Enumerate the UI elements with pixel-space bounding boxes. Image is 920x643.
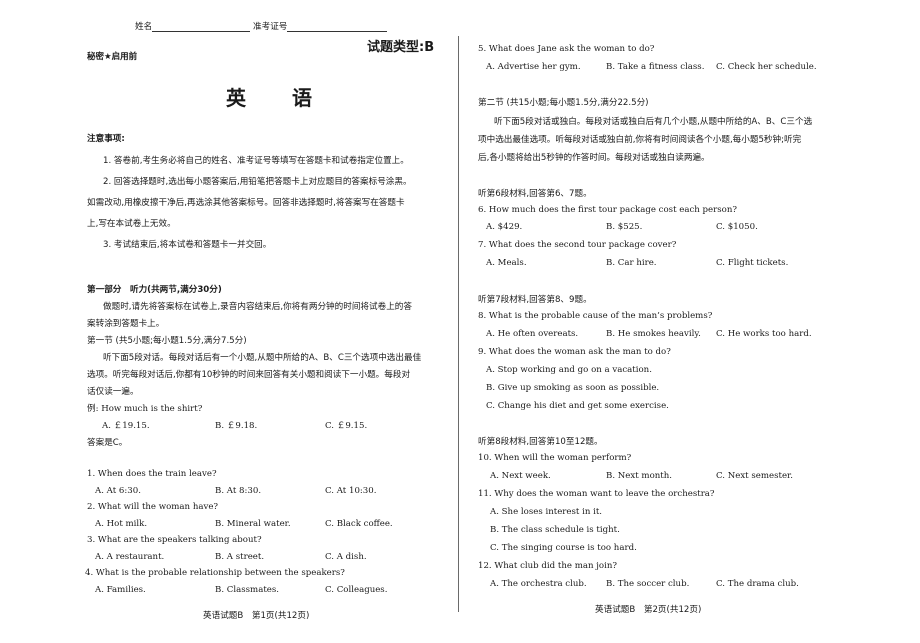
question-3-option-b[interactable]: B. A street. bbox=[215, 552, 264, 562]
question-4-option-b[interactable]: B. Classmates. bbox=[215, 585, 279, 595]
example-option-c: C. ￡9.15. bbox=[325, 421, 368, 431]
part1-instruction-line-2: 案转涂到答题卡上。 bbox=[87, 319, 165, 329]
question-11-option-b[interactable]: B. The class schedule is tight. bbox=[490, 525, 620, 535]
question-10-option-b[interactable]: B. Next month. bbox=[606, 471, 672, 481]
question-12-option-a[interactable]: A. The orchestra club. bbox=[490, 579, 587, 589]
question-1-option-b[interactable]: B. At 8:30. bbox=[215, 486, 261, 496]
notes-item-3: 3. 考试结束后,将本试卷和答题卡一并交回。 bbox=[103, 240, 272, 250]
question-2: 2. What will the woman have? bbox=[87, 502, 219, 512]
section2-instruction-line-2: 项中选出最佳选项。听每段对话或独白前,你将有时间阅读各个小题,每小题5秒钟;听完 bbox=[478, 135, 802, 145]
question-11-option-c[interactable]: C. The singing course is too hard. bbox=[490, 543, 637, 553]
section2-instruction-line-3: 后,各小题将给出5秒钟的作答时间。每段对话或独白读两遍。 bbox=[478, 153, 710, 163]
page-1-footer: 英语试题B 第1页(共12页) bbox=[203, 611, 310, 621]
question-1-option-a[interactable]: A. At 6:30. bbox=[95, 486, 141, 496]
example-question: 例: How much is the shirt? bbox=[87, 404, 203, 414]
page-2-footer: 英语试题B 第2页(共12页) bbox=[595, 605, 702, 615]
part1-heading: 第一部分 听力(共两节,满分30分) bbox=[87, 285, 222, 295]
question-2-option-b[interactable]: B. Mineral water. bbox=[215, 519, 291, 529]
question-7-option-c[interactable]: C. Flight tickets. bbox=[716, 258, 788, 268]
question-9-option-b[interactable]: B. Give up smoking as soon as possible. bbox=[486, 383, 659, 393]
question-1-option-c[interactable]: C. At 10:30. bbox=[325, 486, 376, 496]
question-5-option-b[interactable]: B. Take a fitness class. bbox=[606, 62, 704, 72]
section2-instruction-line-1: 听下面5段对话或独白。每段对话或独白后有几个小题,从题中所给的A、B、C三个选 bbox=[494, 117, 813, 127]
question-4-option-a[interactable]: A. Families. bbox=[95, 585, 146, 595]
confidential-label: 秘密★启用前 bbox=[87, 52, 138, 62]
question-7-option-a[interactable]: A. Meals. bbox=[486, 258, 527, 268]
question-9-option-a[interactable]: A. Stop working and go on a vacation. bbox=[486, 365, 652, 375]
example-option-a: A. ￡19.15. bbox=[102, 421, 150, 431]
section1-instruction-line-3: 话仅读一遍。 bbox=[87, 387, 139, 397]
question-11-option-a[interactable]: A. She loses interest in it. bbox=[490, 507, 602, 517]
question-6-option-c[interactable]: C. $1050. bbox=[716, 222, 758, 232]
question-1: 1. When does the train leave? bbox=[87, 469, 217, 479]
exam-id-blank[interactable] bbox=[287, 22, 388, 32]
question-8-option-b[interactable]: B. He smokes heavily. bbox=[606, 329, 701, 339]
name-label: 姓名 bbox=[135, 22, 153, 32]
group-8-intro: 听第8段材料,回答第10至12题。 bbox=[478, 437, 603, 447]
example-option-b: B. ￡9.18. bbox=[215, 421, 258, 431]
example-answer: 答案是C。 bbox=[87, 438, 128, 448]
notes-item-2-line-2: 如需改动,用橡皮擦干净后,再选涂其他答案标号。回答非选择题时,将答案写在答题卡 bbox=[87, 198, 405, 208]
question-11: 11. Why does the woman want to leave the… bbox=[478, 489, 715, 499]
question-4-option-c[interactable]: C. Colleagues. bbox=[325, 585, 387, 595]
question-8: 8. What is the probable cause of the man… bbox=[478, 311, 713, 321]
question-9-option-c[interactable]: C. Change his diet and get some exercise… bbox=[486, 401, 669, 411]
section1-heading: 第一节 (共5小题;每小题1.5分,满分7.5分) bbox=[87, 336, 247, 346]
name-blank[interactable] bbox=[152, 22, 251, 32]
exam-id-label: 准考证号 bbox=[253, 22, 288, 32]
question-10: 10. When will the woman perform? bbox=[478, 453, 632, 463]
question-5: 5. What does Jane ask the woman to do? bbox=[478, 44, 655, 54]
question-9: 9. What does the woman ask the man to do… bbox=[478, 347, 671, 357]
question-2-option-c[interactable]: C. Black coffee. bbox=[325, 519, 393, 529]
question-3: 3. What are the speakers talking about? bbox=[87, 535, 262, 545]
notes-item-2-line-1: 2. 回答选择题时,选出每小题答案后,用铅笔把答题卡上对应题目的答案标号涂黑。 bbox=[103, 177, 412, 187]
question-6-option-b[interactable]: B. $525. bbox=[606, 222, 642, 232]
question-8-option-a[interactable]: A. He often overeats. bbox=[486, 329, 578, 339]
question-8-option-c[interactable]: C. He works too hard. bbox=[716, 329, 812, 339]
notes-item-1: 1. 答卷前,考生务必将自己的姓名、准考证号等填写在答题卡和试卷指定位置上。 bbox=[103, 156, 409, 166]
question-12: 12. What club did the man join? bbox=[478, 561, 617, 571]
name-field[interactable]: 姓名 bbox=[135, 20, 251, 32]
question-10-option-a[interactable]: A. Next week. bbox=[490, 471, 551, 481]
question-3-option-a[interactable]: A. A restaurant. bbox=[95, 552, 164, 562]
paper-type: 试题类型:B bbox=[367, 40, 435, 55]
question-5-option-c[interactable]: C. Check her schedule. bbox=[716, 62, 817, 72]
group-7-intro: 听第7段材料,回答第8、9题。 bbox=[478, 295, 592, 305]
question-7-option-b[interactable]: B. Car hire. bbox=[606, 258, 657, 268]
question-6-option-a[interactable]: A. $429. bbox=[486, 222, 522, 232]
notes-heading: 注意事项: bbox=[87, 134, 125, 144]
question-12-option-b[interactable]: B. The soccer club. bbox=[606, 579, 689, 589]
part1-instruction-line-1: 做题时,请先将答案标在试卷上,录音内容结束后,你将有两分钟的时间将试卷上的答 bbox=[103, 302, 412, 312]
question-4: 4. What is the probable relationship bet… bbox=[85, 568, 345, 578]
question-3-option-c[interactable]: C. A dish. bbox=[325, 552, 367, 562]
section2-heading: 第二节 (共15小题;每小题1.5分,满分22.5分) bbox=[478, 98, 649, 108]
column-divider bbox=[458, 36, 459, 612]
question-5-option-a[interactable]: A. Advertise her gym. bbox=[486, 62, 581, 72]
page-title: 英 语 bbox=[226, 86, 314, 110]
group-6-intro: 听第6段材料,回答第6、7题。 bbox=[478, 189, 592, 199]
question-12-option-c[interactable]: C. The drama club. bbox=[716, 579, 799, 589]
question-7: 7. What does the second tour package cov… bbox=[478, 240, 677, 250]
question-6: 6. How much does the first tour package … bbox=[478, 205, 737, 215]
section1-instruction-line-1: 听下面5段对话。每段对话后有一个小题,从题中所给的A、B、C三个选项中选出最佳 bbox=[103, 353, 422, 363]
section1-instruction-line-2: 选项。听完每段对话后,你都有10秒钟的时间来回答有关小题和阅读下一小题。每段对 bbox=[87, 370, 411, 380]
question-10-option-c[interactable]: C. Next semester. bbox=[716, 471, 793, 481]
exam-id-field[interactable]: 准考证号 bbox=[253, 20, 388, 32]
notes-item-2-line-3: 上,写在本试卷上无效。 bbox=[87, 219, 176, 229]
question-2-option-a[interactable]: A. Hot milk. bbox=[95, 519, 147, 529]
